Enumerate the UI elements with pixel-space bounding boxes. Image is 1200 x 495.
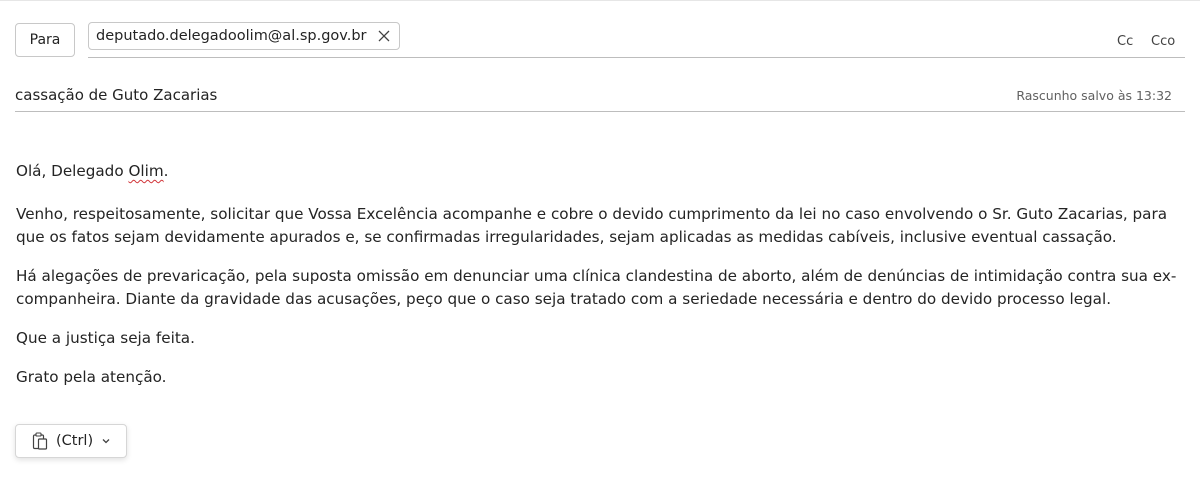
recipient-address: deputado.delegadoolim@al.sp.gov.br [96, 28, 367, 44]
to-row: Para deputado.delegadoolim@al.sp.gov.br … [15, 22, 1185, 58]
body-paragraph-1: Venho, respeitosamente, solicitar que Vo… [16, 205, 1168, 246]
greeting-prefix: Olá, Delegado [16, 162, 129, 180]
misspelled-word[interactable]: Olim [128, 162, 163, 180]
clipboard-icon [32, 432, 48, 450]
greeting-suffix: . [163, 162, 169, 180]
bcc-button[interactable]: Cco [1151, 34, 1175, 49]
body-paragraph-2: Há alegações de prevaricação, pela supos… [16, 267, 1177, 308]
subject-row: cassação de Guto Zacarias Rascunho salvo… [15, 82, 1185, 112]
recipient-chip[interactable]: deputado.delegadoolim@al.sp.gov.br [88, 22, 400, 50]
paste-options-button[interactable]: (Ctrl) [15, 424, 127, 458]
window-top-edge [0, 0, 1200, 9]
subject-input[interactable]: cassação de Guto Zacarias [15, 86, 217, 104]
body-paragraph-3: Que a justiça seja feita. [16, 329, 195, 347]
paste-options-label: (Ctrl) [56, 433, 94, 449]
draft-saved-status: Rascunho salvo às 13:32 [1016, 88, 1172, 103]
greeting-line: Olá, Delegado Olim. [16, 160, 1186, 183]
subject-underline [15, 111, 1185, 112]
close-icon[interactable] [377, 29, 391, 43]
closing-line: Grato pela atenção. [16, 368, 167, 386]
cc-button[interactable]: Cc [1117, 34, 1133, 49]
chevron-down-icon [102, 439, 110, 444]
to-button[interactable]: Para [15, 23, 75, 57]
message-body[interactable]: Olá, Delegado Olim. Venho, respeitosamen… [16, 160, 1186, 389]
to-field-underline [88, 57, 1185, 58]
